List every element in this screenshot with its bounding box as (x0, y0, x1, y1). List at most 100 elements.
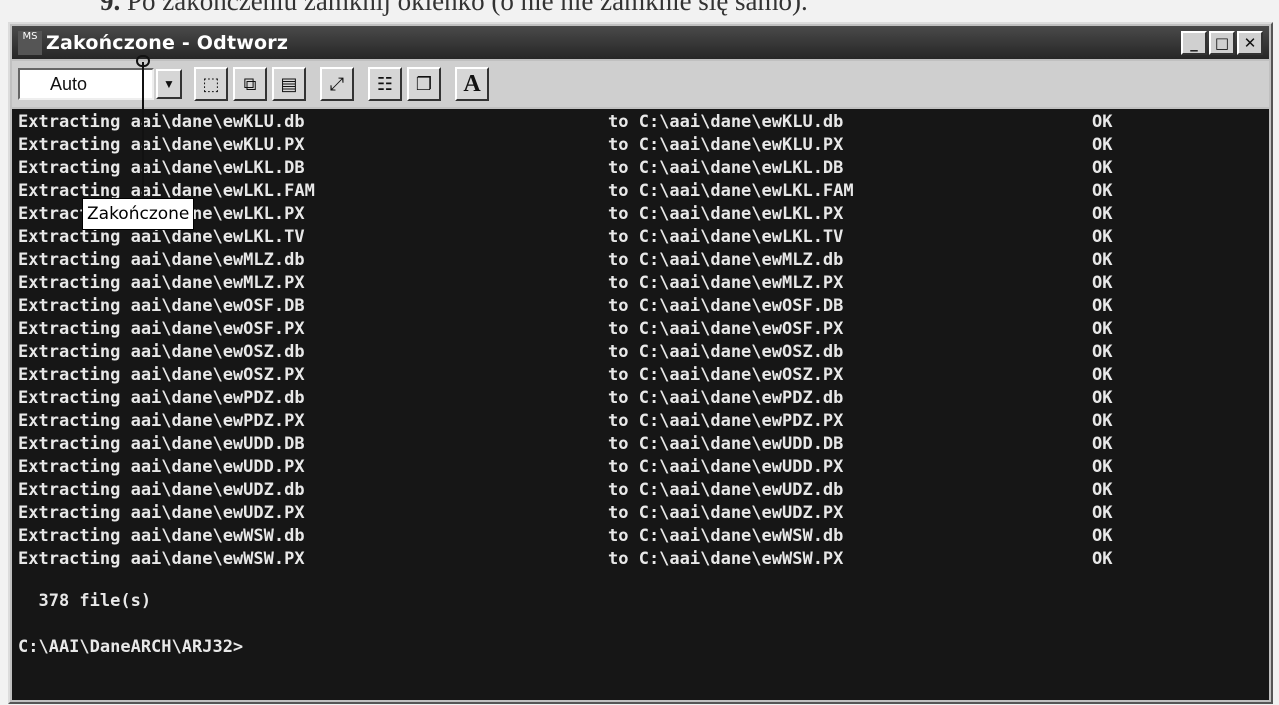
console-line-status: OK (1092, 342, 1113, 362)
window-title: Zakończone - Odtworz (46, 31, 289, 54)
console-output[interactable]: Extracting aai\dane\ewKLU.db to C:\aai\da… (12, 109, 1269, 700)
console-line-status: OK (1092, 365, 1113, 385)
console-line-target: to C:\aai\dane\ewPDZ.PX (608, 411, 844, 431)
window-controls: _ □ ✕ (1181, 30, 1263, 55)
console-line: Extracting aai\dane\ewLKL.PX to C:\aai\da… (12, 203, 1269, 226)
chevron-down-icon[interactable]: ▼ (156, 69, 182, 99)
console-line: Extracting aai\dane\ewLKL.TV to C:\aai\da… (12, 226, 1269, 249)
console-line-status: OK (1092, 480, 1113, 500)
copy-icon[interactable]: ⧉ (233, 67, 267, 101)
properties-icon[interactable]: ☷ (368, 67, 402, 101)
console-line-source: Extracting aai\dane\ewOSZ.db (18, 342, 305, 362)
console-line-status: OK (1092, 227, 1113, 247)
console-line: Extracting aai\dane\ewUDD.DB to C:\aai\da… (12, 433, 1269, 456)
toolbar: Auto ▼ ⬚ ⧉ ▤ ⤢ ☷ ❐ A (12, 61, 1269, 107)
console-line-target: to C:\aai\dane\ewOSZ.PX (608, 365, 844, 385)
console-line-target: to C:\aai\dane\ewUDZ.PX (608, 503, 844, 523)
console-line-target: to C:\aai\dane\ewUDZ.db (608, 480, 844, 500)
summary-line: 378 file(s) (12, 567, 1269, 611)
step-number: 9. (100, 0, 121, 16)
console-line-source: Extracting aai\dane\ewUDZ.db (18, 480, 305, 500)
console-line-target: to C:\aai\dane\ewLKL.PX (608, 204, 844, 224)
console-line-status: OK (1092, 296, 1113, 316)
console-line: Extracting aai\dane\ewOSZ.db to C:\aai\da… (12, 341, 1269, 364)
console-line-source: Extracting aai\dane\ewMLZ.db (18, 250, 305, 270)
console-line-target: to C:\aai\dane\ewKLU.PX (608, 135, 844, 155)
command-prompt: C:\AAI\DaneARCH\ARJ32> (12, 613, 1269, 657)
console-line: Extracting aai\dane\ewPDZ.db to C:\aai\da… (12, 387, 1269, 410)
console-line-source: Extracting aai\dane\ewPDZ.db (18, 388, 305, 408)
document-caption: 9. Po zakończeniu zamknij okienko (ó nie… (100, 0, 808, 17)
console-line-status: OK (1092, 204, 1113, 224)
console-line: Extracting aai\dane\ewKLU.PX to C:\aai\da… (12, 134, 1269, 157)
console-line-target: to C:\aai\dane\ewOSF.DB (608, 296, 844, 316)
console-line-status: OK (1092, 411, 1113, 431)
font-size-select[interactable]: Auto (18, 68, 154, 100)
console-line: Extracting aai\dane\ewKLU.db to C:\aai\da… (12, 111, 1269, 134)
console-line: Extracting aai\dane\ewMLZ.PX to C:\aai\da… (12, 272, 1269, 295)
console-line-target: to C:\aai\dane\ewLKL.DB (608, 158, 844, 178)
console-line-status: OK (1092, 457, 1113, 477)
console-line-target: to C:\aai\dane\ewOSZ.db (608, 342, 844, 362)
console-line: Extracting aai\dane\ewUDZ.db to C:\aai\da… (12, 479, 1269, 502)
console-line-target: to C:\aai\dane\ewPDZ.db (608, 388, 844, 408)
console-line-target: to C:\aai\dane\ewLKL.FAM (608, 181, 854, 201)
console-line-target: to C:\aai\dane\ewUDD.DB (608, 434, 844, 454)
console-line-source: Extracting aai\dane\ewWSW.db (18, 526, 305, 546)
tooltip: Zakończone (82, 198, 195, 230)
console-line-source: Extracting aai\dane\ewMLZ.PX (18, 273, 305, 293)
console-line: Extracting aai\dane\ewUDZ.PX to C:\aai\da… (12, 502, 1269, 525)
step-text: Po zakończeniu zamknij okienko (ó nie ni… (127, 0, 808, 16)
console-line-status: OK (1092, 181, 1113, 201)
console-line: Extracting aai\dane\ewWSW.db to C:\aai\da… (12, 525, 1269, 548)
background-icon[interactable]: ❐ (407, 67, 441, 101)
console-line-target: to C:\aai\dane\ewKLU.db (608, 112, 844, 132)
console-line-target: to C:\aai\dane\ewWSW.db (608, 526, 844, 546)
console-line-source: Extracting aai\dane\ewUDD.PX (18, 457, 305, 477)
console-line: Extracting aai\dane\ewPDZ.PX to C:\aai\da… (12, 410, 1269, 433)
console-line-status: OK (1092, 158, 1113, 178)
font-icon[interactable]: A (455, 67, 489, 101)
console-line-source: Extracting aai\dane\ewKLU.PX (18, 135, 305, 155)
console-line-target: to C:\aai\dane\ewMLZ.db (608, 250, 844, 270)
console-line: Extracting aai\dane\ewLKL.DB to C:\aai\da… (12, 157, 1269, 180)
paste-icon[interactable]: ▤ (272, 67, 306, 101)
console-line-source: Extracting aai\dane\ewPDZ.PX (18, 411, 305, 431)
console-line-status: OK (1092, 434, 1113, 454)
console-line-status: OK (1092, 388, 1113, 408)
console-line-source: Extracting aai\dane\ewOSZ.PX (18, 365, 305, 385)
console-line-source: Extracting aai\dane\ewUDZ.PX (18, 503, 305, 523)
console-line-status: OK (1092, 135, 1113, 155)
console-line-target: to C:\aai\dane\ewUDD.PX (608, 457, 844, 477)
console-line: Extracting aai\dane\ewOSZ.PX to C:\aai\da… (12, 364, 1269, 387)
console-line-target: to C:\aai\dane\ewOSF.PX (608, 319, 844, 339)
summary-text: 378 file(s) (18, 591, 152, 611)
console-line-source: Extracting aai\dane\ewLKL.DB (18, 158, 305, 178)
callout-line (142, 62, 144, 198)
console-line: Extracting aai\dane\ewMLZ.db to C:\aai\da… (12, 249, 1269, 272)
console-window: MS Zakończone - Odtworz _ □ ✕ Auto ▼ ⬚ ⧉… (8, 22, 1273, 704)
console-line-status: OK (1092, 112, 1113, 132)
console-line-source: Extracting aai\dane\ewKLU.db (18, 112, 305, 132)
title-bar[interactable]: MS Zakończone - Odtworz _ □ ✕ (12, 26, 1269, 59)
console-line-source: Extracting aai\dane\ewOSF.PX (18, 319, 305, 339)
mark-icon[interactable]: ⬚ (194, 67, 228, 101)
fullscreen-icon[interactable]: ⤢ (320, 67, 354, 101)
close-button[interactable]: ✕ (1237, 30, 1263, 55)
console-line-source: Extracting aai\dane\ewUDD.DB (18, 434, 305, 454)
console-line-source: Extracting aai\dane\ewOSF.DB (18, 296, 305, 316)
console-line-status: OK (1092, 250, 1113, 270)
minimize-button[interactable]: _ (1181, 30, 1207, 55)
console-line-status: OK (1092, 526, 1113, 546)
console-line: Extracting aai\dane\ewOSF.PX to C:\aai\da… (12, 318, 1269, 341)
console-line: Extracting aai\dane\ewLKL.FAM to C:\aai\d… (12, 180, 1269, 203)
system-menu-icon[interactable]: MS (18, 30, 42, 55)
console-line-status: OK (1092, 273, 1113, 293)
console-line-target: to C:\aai\dane\ewMLZ.PX (608, 273, 844, 293)
console-line-status: OK (1092, 319, 1113, 339)
prompt-text: C:\AAI\DaneARCH\ARJ32> (18, 637, 244, 657)
console-line-target: to C:\aai\dane\ewLKL.TV (608, 227, 844, 247)
console-line-status: OK (1092, 503, 1113, 523)
maximize-button[interactable]: □ (1209, 30, 1235, 55)
console-line: Extracting aai\dane\ewOSF.DB to C:\aai\da… (12, 295, 1269, 318)
